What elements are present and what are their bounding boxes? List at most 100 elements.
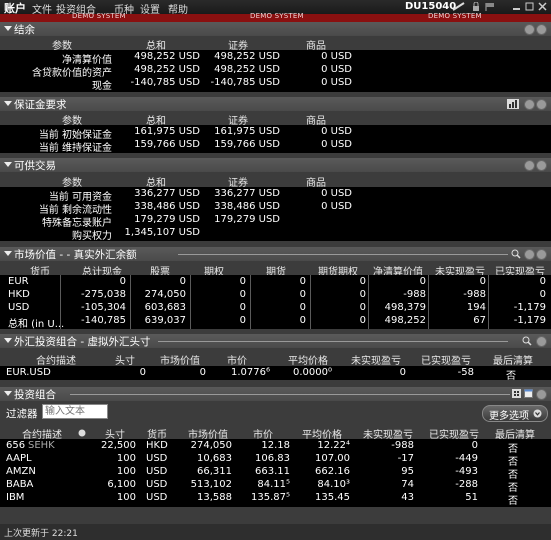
col-header: 平均价格 xyxy=(302,430,342,441)
securities-value: 498,252 USD xyxy=(214,64,280,75)
more-options-button[interactable]: 更多选项 xyxy=(482,405,548,422)
avg-price-cell: 12.22⁴ xyxy=(317,440,350,451)
close-icon[interactable] xyxy=(538,2,547,11)
filter-input[interactable] xyxy=(42,404,108,419)
currency-cell: USD xyxy=(146,479,168,490)
options-cell: 0 xyxy=(239,315,246,326)
collapse-triangle-icon[interactable] xyxy=(4,162,12,167)
portfolio-table: 656 SEHK 22,500 HKD 274,050 12.18 12.22⁴… xyxy=(0,439,551,507)
col-header: 期权 xyxy=(204,267,224,278)
options-cell: 0 xyxy=(239,289,246,300)
avg-price-cell: 107.00 xyxy=(315,453,350,464)
grid-line xyxy=(190,275,191,329)
chart-icon[interactable] xyxy=(507,99,519,109)
table-row: 现金 -140,785 USD -140,785 USD 0 USD xyxy=(0,77,551,92)
realized-cell: -1,179 xyxy=(513,302,546,313)
table-row[interactable]: AAPL 100 USD 10,683 106.83 107.00 -17 -4… xyxy=(0,453,551,468)
window-icon[interactable] xyxy=(524,389,533,398)
table-row: 含贷款价值的资产 498,252 USD 498,252 USD 0 USD xyxy=(0,64,551,79)
total-value: 338,486 USD xyxy=(134,201,200,212)
balances-header-row: 参数 总和 证券 商品 xyxy=(0,37,551,52)
collapse-triangle-icon[interactable] xyxy=(4,391,12,396)
config-icon[interactable] xyxy=(524,249,535,260)
col-header: 商品 xyxy=(306,178,326,189)
fut-options-cell: 0 xyxy=(359,315,366,326)
table-row[interactable]: 656 SEHK 22,500 HKD 274,050 12.18 12.22⁴… xyxy=(0,440,551,455)
maximize-icon[interactable] xyxy=(525,2,534,11)
table-row[interactable]: IBM 100 USD 13,588 135.87⁵ 135.45 43 51 … xyxy=(0,492,551,507)
symbol-cell: 656 xyxy=(6,440,26,451)
config-icon[interactable] xyxy=(536,336,547,347)
commodities-value: 0 USD xyxy=(321,77,352,88)
stocks-cell: 639,037 xyxy=(144,315,186,326)
realized-cell: 0 xyxy=(539,276,546,287)
config-icon[interactable] xyxy=(524,160,535,171)
unrealized-cell: 67 xyxy=(473,315,486,326)
minimize-icon[interactable] xyxy=(512,2,521,11)
flag-icon[interactable] xyxy=(484,2,498,11)
col-header: 最后清算 xyxy=(495,430,535,441)
market-value-cell: 0 xyxy=(199,367,206,378)
sort-icon[interactable] xyxy=(78,429,86,437)
config-icon[interactable] xyxy=(524,24,535,35)
table-row[interactable]: BABA 6,100 USD 513,102 84.11⁵ 84.10³ 74 … xyxy=(0,479,551,494)
col-header[interactable]: 合约描述 xyxy=(22,426,62,441)
market-price-cell: 84.11⁵ xyxy=(257,479,290,490)
col-header: 头寸 xyxy=(115,356,135,367)
unrealized-cell: -988 xyxy=(463,289,486,300)
collapse-triangle-icon[interactable] xyxy=(4,26,12,31)
col-header: 期货 xyxy=(266,267,286,278)
col-header: 证券 xyxy=(228,178,248,189)
grid-line xyxy=(250,275,251,329)
col-header: 参数 xyxy=(52,41,72,52)
grid-line xyxy=(310,275,311,329)
total-value: 179,279 USD xyxy=(134,214,200,225)
section-header-available[interactable]: 可供交易 xyxy=(0,158,551,172)
securities-value: 179,279 USD xyxy=(214,214,280,225)
close-section-icon[interactable] xyxy=(536,24,547,35)
col-header: 未实现盈亏 xyxy=(351,356,401,367)
pen-icon[interactable] xyxy=(452,2,466,11)
margin-header-row: 参数 总和 证券 商品 xyxy=(0,112,551,127)
securities-value: -140,785 USD xyxy=(210,77,280,88)
lock-icon[interactable] xyxy=(472,1,480,11)
col-header: 商品 xyxy=(306,41,326,52)
section-header-portfolio[interactable]: 投资组合 xyxy=(0,387,551,401)
avg-price-cell: 84.10³ xyxy=(317,479,350,490)
unrealized-cell: 0 xyxy=(479,276,486,287)
stocks-cell: 0 xyxy=(179,276,186,287)
col-header: 参数 xyxy=(62,116,82,127)
fx-table: EUR.USD 0 0 1.0776⁶ 0.0000⁰ 0 -58 否 xyxy=(0,366,551,382)
dropdown-circle-icon xyxy=(533,409,542,418)
table-row: 总和 (in U... -140,785 639,037 0 0 0 498,2… xyxy=(0,315,551,330)
search-icon[interactable] xyxy=(511,249,521,259)
table-row[interactable]: AMZN 100 USD 66,311 663.11 662.16 95 -49… xyxy=(0,466,551,481)
table-row: 当前 维持保证金 159,766 USD 159,766 USD 0 USD xyxy=(0,139,551,154)
close-section-icon[interactable] xyxy=(536,160,547,171)
config-icon[interactable] xyxy=(536,389,547,400)
section-header-margin[interactable]: 保证金要求 xyxy=(0,97,551,111)
close-section-icon[interactable] xyxy=(536,249,547,260)
collapse-triangle-icon[interactable] xyxy=(4,251,12,256)
table-row: HKD -275,038 274,050 0 0 0 -988 -988 0 xyxy=(0,289,551,302)
futures-cell: 0 xyxy=(299,315,306,326)
total-value: -140,785 USD xyxy=(130,77,200,88)
stocks-cell: 603,683 xyxy=(144,302,186,313)
grid-line xyxy=(60,275,61,329)
section-header-balances[interactable]: 结余 xyxy=(0,22,551,36)
section-header-fx-portfolio[interactable]: 外汇投资组合 - 虚拟外汇头寸 xyxy=(0,334,551,348)
close-section-icon[interactable] xyxy=(536,99,547,110)
grid-view-icon[interactable] xyxy=(512,389,521,398)
section-header-market-value[interactable]: 市场价值 - - 真实外汇余额 xyxy=(0,247,551,261)
col-header: 已实现盈亏 xyxy=(495,267,545,278)
currency-cell: 总和 (in U... xyxy=(8,319,65,330)
config-icon[interactable] xyxy=(524,99,535,110)
realized-cell: 0 xyxy=(471,440,478,451)
unrealized-cell: 74 xyxy=(401,479,414,490)
options-cell: 0 xyxy=(239,276,246,287)
search-icon[interactable] xyxy=(522,336,532,346)
collapse-triangle-icon[interactable] xyxy=(4,101,12,106)
grid-line xyxy=(130,275,131,329)
exchange-cell: SEHK xyxy=(28,440,55,451)
collapse-triangle-icon[interactable] xyxy=(4,338,12,343)
